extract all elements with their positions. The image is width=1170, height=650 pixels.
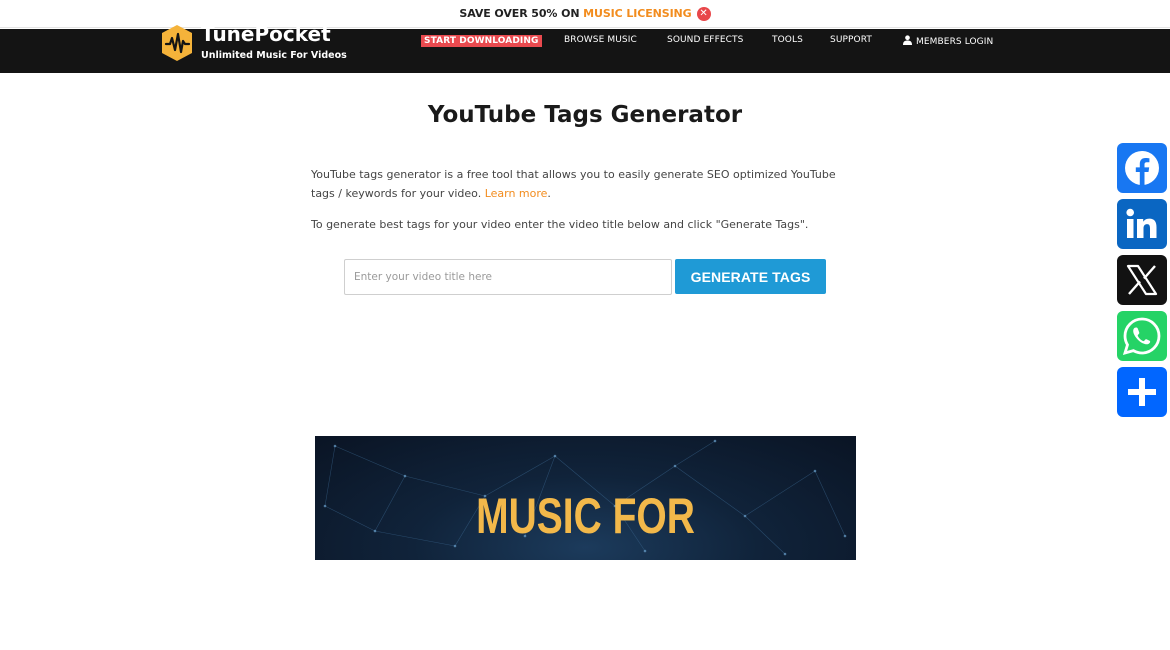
- user-icon: [903, 35, 912, 45]
- whatsapp-icon: [1122, 317, 1161, 356]
- music-banner[interactable]: MUSIC FOR: [315, 436, 856, 560]
- page-title: YouTube Tags Generator: [427, 102, 743, 128]
- share-x-button[interactable]: [1117, 255, 1167, 305]
- members-login-label: MEMBERS LOGIN: [916, 37, 994, 47]
- learn-more-link[interactable]: Learn more: [485, 187, 548, 200]
- intro-end: .: [547, 187, 551, 200]
- share-linkedin-button[interactable]: [1117, 199, 1167, 249]
- nav-members-login[interactable]: MEMBERS LOGIN: [903, 35, 993, 47]
- close-icon[interactable]: ✕: [696, 6, 711, 21]
- main-nav: START DOWNLOADING BROWSE MUSIC SOUND EFF…: [0, 29, 1170, 53]
- intro-paragraph: YouTube tags generator is a free tool th…: [311, 165, 856, 203]
- share-whatsapp-button[interactable]: [1117, 311, 1167, 361]
- generate-tags-button[interactable]: GENERATE TAGS: [675, 259, 826, 294]
- video-title-input[interactable]: [344, 259, 672, 295]
- promo-text: SAVE OVER 50% ON MUSIC LICENSING: [459, 7, 691, 20]
- x-icon: [1126, 264, 1158, 296]
- facebook-icon: [1125, 151, 1159, 185]
- intro-text: YouTube tags generator is a free tool th…: [311, 168, 836, 200]
- share-more-button[interactable]: [1117, 367, 1167, 417]
- site-header: TunePocket Unlimited Music For Videos ST…: [0, 23, 1170, 73]
- nav-sound-effects[interactable]: SOUND EFFECTS: [667, 35, 743, 45]
- promo-link[interactable]: MUSIC LICENSING: [583, 7, 692, 20]
- instruction-text: To generate best tags for your video ent…: [311, 218, 809, 231]
- share-facebook-button[interactable]: [1117, 143, 1167, 193]
- nav-tools[interactable]: TOOLS: [772, 35, 803, 45]
- share-sidebar: [1117, 143, 1167, 423]
- nav-browse-music[interactable]: BROWSE MUSIC: [564, 35, 637, 45]
- linkedin-icon: [1126, 208, 1157, 238]
- banner-headline: MUSIC FOR: [476, 488, 695, 544]
- share-plus-icon: [1128, 378, 1156, 406]
- promo-prefix: SAVE OVER 50% ON: [459, 7, 584, 20]
- nav-support[interactable]: SUPPORT: [830, 35, 872, 45]
- nav-start-downloading[interactable]: START DOWNLOADING: [421, 35, 542, 47]
